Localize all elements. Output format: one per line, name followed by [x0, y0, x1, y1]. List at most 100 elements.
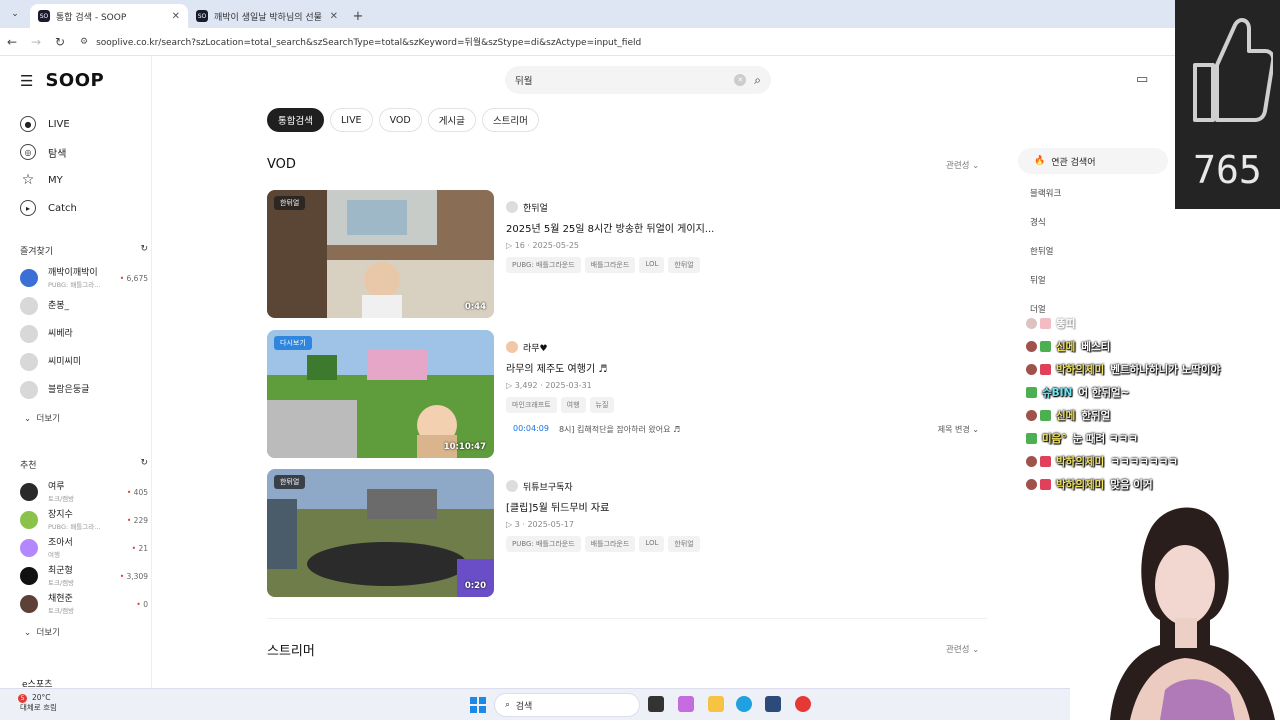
- streamer-sort-dropdown[interactable]: 관련성 ⌄: [946, 643, 979, 655]
- channel-name: 씨미씨미: [48, 356, 82, 367]
- vod-title[interactable]: 라무의 제주도 여행기 ♬: [506, 360, 976, 375]
- avatar: [20, 595, 38, 613]
- related-keyword[interactable]: 블랙워크: [1018, 178, 1168, 207]
- weather-widget[interactable]: 5 20°C 대체로 흐림: [18, 693, 57, 713]
- chat-nick: 슈BIN: [1042, 387, 1073, 399]
- tab-vod[interactable]: VOD: [378, 108, 422, 132]
- vod-card[interactable]: 다시보기 10:10:47 라무♥ 라무의 제주도 여행기 ♬ ▷ 3,492 …: [267, 330, 987, 458]
- task-view-icon[interactable]: [648, 696, 664, 712]
- chrome-icon[interactable]: [795, 696, 811, 712]
- vod-chapter[interactable]: 00:04:09 8시] 킴해적단을 잡아하러 왔어요 ♬ 제목 변경 ⌄: [513, 424, 979, 435]
- tag[interactable]: 배틀그라운드: [584, 536, 636, 552]
- tag[interactable]: LOL: [639, 257, 665, 273]
- chapter-edit-dropdown[interactable]: 제목 변경 ⌄: [938, 424, 979, 435]
- viewer-count: 3,309: [120, 572, 148, 581]
- browser-tab-active[interactable]: SO 통합 검색 - SOOP ✕: [30, 4, 188, 28]
- refresh-icon[interactable]: ↻: [140, 458, 148, 471]
- favorite-item[interactable]: 깨박이깨박이 PUBG: 배틀그라... 6,675: [20, 264, 148, 292]
- vod-thumbnail[interactable]: 다시보기 10:10:47: [267, 330, 494, 458]
- menu-icon[interactable]: ☰: [20, 72, 33, 90]
- vod-card[interactable]: 한뒤얼 0:44 한뒤얼 2025년 5월 25일 8시간 방송한 뒤얼이 게이…: [267, 190, 987, 318]
- favorite-item[interactable]: 씨미씨미: [20, 348, 148, 376]
- tag[interactable]: 여행: [560, 397, 586, 413]
- new-tab-button[interactable]: +: [346, 4, 370, 28]
- vod-author[interactable]: 한뒤얼: [506, 200, 976, 214]
- vod-title[interactable]: 2025년 5월 25일 8시간 방송한 뒤얼이 게이지...: [506, 220, 976, 235]
- search-icon[interactable]: ⌕: [754, 73, 761, 88]
- store-icon[interactable]: [765, 696, 781, 712]
- avatar: [506, 201, 518, 213]
- tab-live[interactable]: LIVE: [329, 108, 373, 132]
- refresh-icon[interactable]: ↻: [140, 244, 148, 257]
- recommend-item[interactable]: 최군형토크/캠방 3,309: [20, 562, 148, 590]
- file-explorer-icon[interactable]: [708, 696, 724, 712]
- site-info-icon[interactable]: ⚙: [80, 37, 88, 47]
- recommend-item[interactable]: 장지수 PUBG: 배틀그라... 229: [20, 506, 148, 534]
- taskbar-search[interactable]: ⌕ 검색: [494, 693, 640, 717]
- related-keyword[interactable]: 경식: [1018, 207, 1168, 236]
- search-filter-tabs: 통합검색 LIVE VOD 게시글 스트리머: [267, 108, 539, 132]
- tag[interactable]: 한뒤얼: [668, 536, 700, 552]
- nav-explore[interactable]: ◎ 탐색: [20, 138, 77, 166]
- avatar: [20, 567, 38, 585]
- soop-logo[interactable]: SOOP: [45, 70, 104, 91]
- related-keyword[interactable]: 뒤얼: [1018, 265, 1168, 294]
- tag[interactable]: PUBG: 배틀그라운드: [506, 536, 581, 552]
- chat-icon[interactable]: ▭: [1136, 72, 1148, 87]
- recommend-item[interactable]: 조아서여행 21: [20, 534, 148, 562]
- favorites-more-button[interactable]: ⌄ 더보기: [24, 412, 60, 424]
- tag[interactable]: LOL: [639, 536, 665, 552]
- related-keywords: 🔥 연관 검색어 블랙워크 경식 한뒤얼 뒤얼 더얼: [1018, 148, 1168, 323]
- favorite-item[interactable]: 춘봉_: [20, 292, 148, 320]
- vod-title[interactable]: [클립]5월 뒤드무비 자료: [506, 499, 976, 514]
- windows-start-icon[interactable]: [470, 697, 486, 713]
- more-label: 더보기: [36, 414, 60, 424]
- viewer-count: 229: [127, 516, 148, 525]
- view-count: 16: [514, 241, 525, 250]
- favorite-item[interactable]: 블랑은둥글: [20, 376, 148, 404]
- tag[interactable]: 배틀그라운드: [584, 257, 636, 273]
- chapter-timestamp[interactable]: 00:04:09: [513, 424, 549, 435]
- vod-thumbnail[interactable]: 한뒤얼 0:20: [267, 469, 494, 597]
- recommend-item[interactable]: 여루토크/캠방 405: [20, 478, 148, 506]
- url-field[interactable]: ⚙ sooplive.co.kr/search?szLocation=total…: [80, 35, 641, 49]
- tab-list-button[interactable]: ⌄: [4, 3, 26, 25]
- tag[interactable]: 마인크래프트: [506, 397, 557, 413]
- favorite-item[interactable]: 씨베라: [20, 320, 148, 348]
- recommend-more-button[interactable]: ⌄ 더보기: [24, 626, 60, 638]
- section-divider: [267, 618, 987, 619]
- browser-tab[interactable]: SO 깨박이 생일날 박하님의 선물 ✕: [188, 4, 346, 28]
- reload-button[interactable]: ↻: [48, 35, 72, 49]
- tag[interactable]: PUBG: 배틀그라운드: [506, 257, 581, 273]
- tab-posts[interactable]: 게시글: [427, 108, 476, 132]
- tab-streamer[interactable]: 스트리머: [481, 108, 539, 132]
- forward-button[interactable]: →: [24, 35, 48, 49]
- author-name: 라무♥: [523, 343, 548, 354]
- vod-author[interactable]: 라무♥: [506, 340, 976, 354]
- copilot-icon[interactable]: [678, 696, 694, 712]
- vod-author[interactable]: 뒤튜브구독자: [506, 479, 976, 493]
- weather-alert-badge: 5: [18, 694, 27, 703]
- clear-icon[interactable]: ✕: [734, 74, 747, 86]
- channel-name: 최군형: [48, 565, 73, 576]
- channel-name: 장지수: [48, 509, 73, 520]
- tag[interactable]: 뉴질: [589, 397, 615, 413]
- vod-card[interactable]: 한뒤얼 0:20 뒤튜브구독자 [클립]5월 뒤드무비 자료 ▷ 3 · 202…: [267, 469, 987, 597]
- search-input[interactable]: 뒤월 ✕ ⌕: [505, 66, 771, 94]
- vod-thumbnail[interactable]: 한뒤얼 0:44: [267, 190, 494, 318]
- chat-nick: 신메: [1056, 341, 1076, 353]
- back-button[interactable]: ←: [0, 35, 24, 49]
- nav-catch[interactable]: ▸ Catch: [20, 194, 77, 222]
- edge-icon[interactable]: [736, 696, 752, 712]
- tab-close-icon[interactable]: ✕: [172, 11, 180, 22]
- tab-all[interactable]: 통합검색: [267, 108, 324, 132]
- related-keyword[interactable]: 한뒤얼: [1018, 236, 1168, 265]
- nav-my[interactable]: ☆ MY: [20, 166, 77, 194]
- star-icon: ☆: [21, 172, 35, 188]
- tag[interactable]: 한뒤얼: [668, 257, 700, 273]
- channel-name: 여루: [48, 481, 65, 492]
- nav-live[interactable]: ● LIVE: [20, 110, 77, 138]
- vod-sort-dropdown[interactable]: 관련성 ⌄: [946, 159, 979, 171]
- tab-close-icon[interactable]: ✕: [330, 11, 338, 22]
- recommend-item[interactable]: 채현준토크/캠방 0: [20, 590, 148, 618]
